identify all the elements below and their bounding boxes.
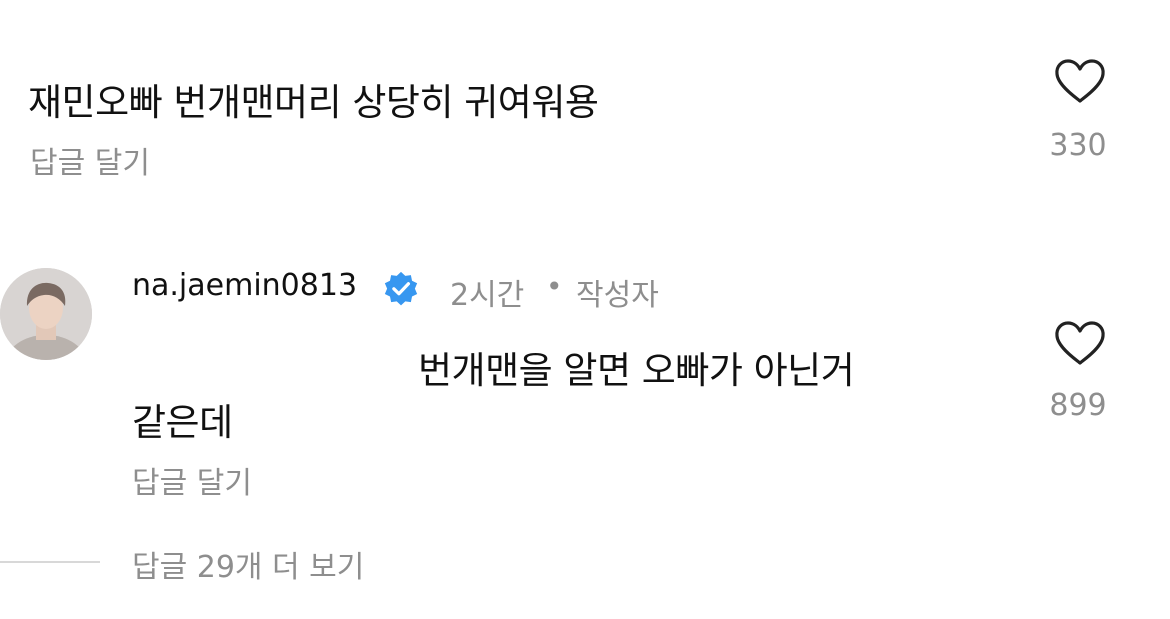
heart-icon[interactable]: [1054, 320, 1106, 366]
reply-text-line1: 번개맨을 알면 오빠가 아닌거: [418, 349, 855, 392]
reply-button[interactable]: 답글 달기: [132, 458, 252, 502]
timestamp: 2시간: [450, 278, 525, 313]
comment-text: 재민오빠 번개맨머리 상당히 귀여워용: [28, 81, 599, 124]
view-more-replies-button[interactable]: 답글 29개 더 보기: [132, 542, 364, 586]
separator-dot: •: [546, 270, 563, 303]
author-badge: 작성자: [576, 278, 659, 313]
like-count: 899: [1049, 388, 1107, 423]
reply-text-line2: 같은데: [132, 401, 233, 444]
divider-line: [0, 561, 100, 563]
like-count: 330: [1049, 128, 1107, 163]
avatar[interactable]: [0, 268, 92, 360]
reply-button[interactable]: 답글 달기: [30, 138, 150, 182]
verified-badge-icon: [382, 270, 420, 308]
username[interactable]: na.jaemin0813: [132, 268, 357, 303]
heart-icon[interactable]: [1054, 58, 1106, 104]
